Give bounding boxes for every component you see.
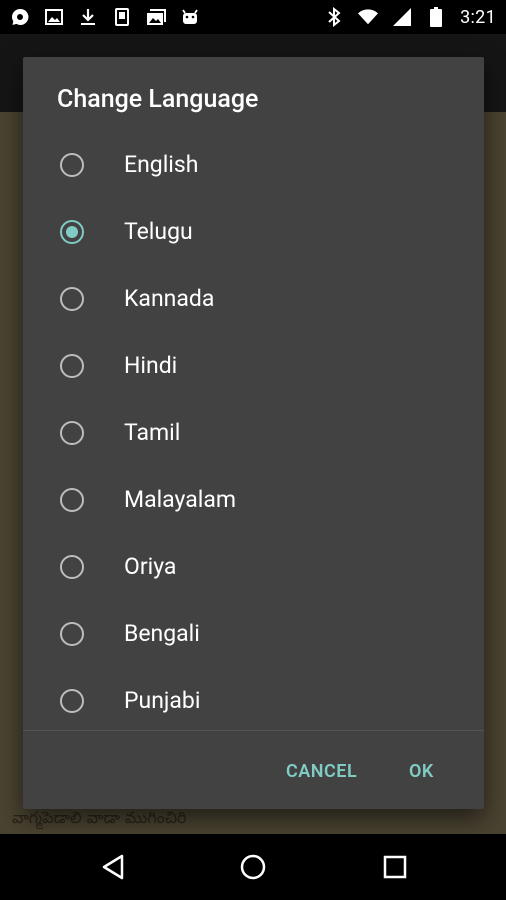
option-label: Punjabi [124, 687, 201, 714]
navigation-bar [0, 834, 506, 900]
option-label: Kannada [124, 285, 215, 312]
change-language-dialog: Change Language English Telugu Kannada H… [23, 57, 484, 809]
system-icons: 3:21 [324, 7, 496, 28]
recents-icon[interactable] [380, 852, 410, 882]
clock: 3:21 [460, 6, 496, 28]
status-bar: 3:21 [0, 0, 506, 34]
cancel-button[interactable]: CANCEL [286, 747, 357, 795]
radio-button[interactable] [60, 420, 84, 445]
radio-button[interactable] [60, 688, 84, 713]
option-english[interactable]: English [23, 131, 484, 198]
background-text: వాగ్మపెడాలి వాడా ముగించిరి [12, 808, 187, 827]
option-label: English [124, 151, 199, 178]
option-label: Hindi [124, 352, 178, 379]
home-icon[interactable] [238, 852, 268, 882]
option-label: Malayalam [124, 486, 237, 513]
image-icon [44, 7, 64, 27]
option-label: Bengali [124, 620, 200, 647]
option-oriya[interactable]: Oriya [23, 533, 484, 600]
option-label: Telugu [124, 218, 193, 245]
phone-icon [112, 7, 132, 27]
dialog-actions: CANCEL OK [23, 747, 484, 795]
option-punjabi[interactable]: Punjabi [23, 667, 484, 731]
notification-icons [10, 7, 200, 27]
radio-button[interactable] [60, 487, 84, 512]
battery-icon [426, 7, 446, 27]
dialog-divider [23, 730, 484, 731]
radio-button[interactable] [60, 621, 84, 646]
language-options-list[interactable]: English Telugu Kannada Hindi Tamil Malay… [23, 131, 484, 731]
option-hindi[interactable]: Hindi [23, 332, 484, 399]
option-bengali[interactable]: Bengali [23, 600, 484, 667]
bluetooth-icon [324, 7, 344, 27]
chat-bubble-icon [10, 7, 30, 27]
back-icon[interactable] [98, 852, 128, 882]
radio-button[interactable] [60, 152, 84, 177]
option-telugu[interactable]: Telugu [23, 198, 484, 265]
radio-button-checked[interactable] [60, 219, 84, 244]
photo-album-icon [146, 7, 166, 27]
radio-button[interactable] [60, 286, 84, 311]
option-kannada[interactable]: Kannada [23, 265, 484, 332]
ok-button[interactable]: OK [409, 747, 434, 795]
android-icon [180, 7, 200, 27]
signal-icon [392, 7, 412, 27]
option-label: Tamil [124, 419, 181, 446]
download-icon [78, 7, 98, 27]
option-label: Oriya [124, 553, 177, 580]
option-malayalam[interactable]: Malayalam [23, 466, 484, 533]
radio-button[interactable] [60, 554, 84, 579]
dialog-title: Change Language [57, 85, 259, 114]
option-tamil[interactable]: Tamil [23, 399, 484, 466]
radio-button[interactable] [60, 353, 84, 378]
wifi-icon [358, 7, 379, 27]
